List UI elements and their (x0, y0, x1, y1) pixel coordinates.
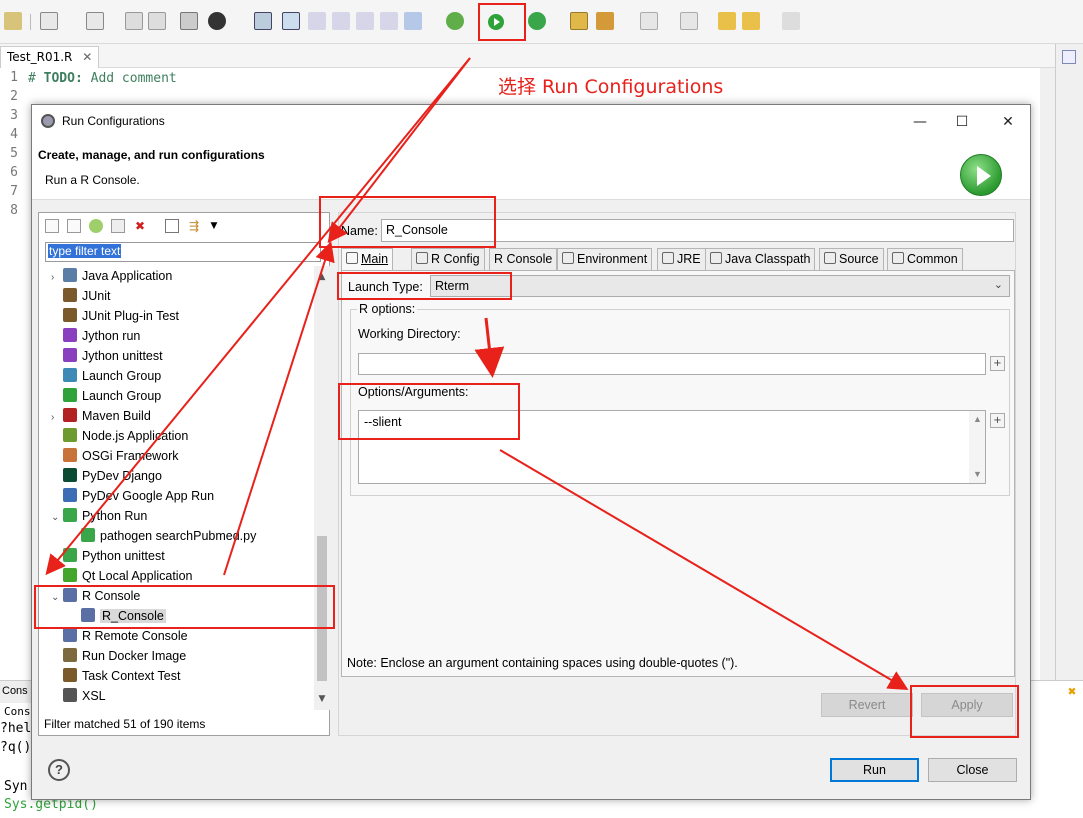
arrow-to-apply (499, 449, 909, 691)
annotation-arrows (45, 57, 909, 691)
arrow-to-tree (45, 57, 471, 576)
arrow-to-name (327, 57, 471, 244)
arrow-to-options (474, 317, 505, 378)
